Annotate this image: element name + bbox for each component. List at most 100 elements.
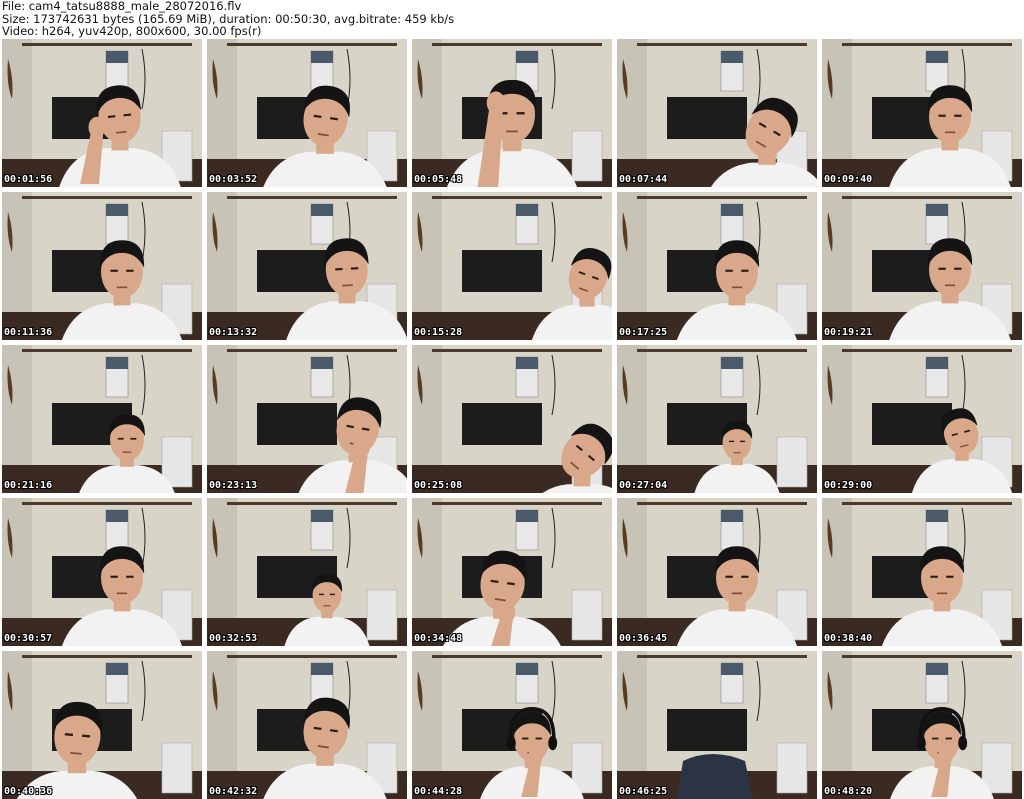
thumbnail-frame: 00:11:36 bbox=[2, 192, 202, 340]
mouth bbox=[944, 131, 956, 134]
frame-timestamp: 00:34:48 bbox=[414, 633, 463, 644]
thumbnail-frame: 00:29:00 bbox=[822, 345, 1022, 493]
calendar-picture bbox=[106, 510, 128, 522]
air-purifier bbox=[776, 436, 808, 488]
frame-timestamp: 00:25:08 bbox=[414, 480, 463, 491]
wall-shelf bbox=[637, 349, 807, 352]
frame-timestamp: 00:07:44 bbox=[619, 174, 668, 185]
eye bbox=[932, 737, 939, 740]
wall-shelf bbox=[842, 655, 1012, 658]
wall-shelf bbox=[22, 196, 192, 199]
webcam-frame-image bbox=[617, 345, 817, 493]
calendar-picture bbox=[721, 510, 743, 522]
eye bbox=[938, 267, 946, 270]
mouth bbox=[506, 130, 518, 133]
thumbnail-grid: 00:01:56 00:03:52 00:05:48 00:07:44 00:09:40… bbox=[2, 39, 1022, 799]
frame-timestamp: 00:44:28 bbox=[414, 786, 463, 797]
television bbox=[667, 97, 747, 139]
mouth bbox=[122, 451, 132, 453]
calendar-picture bbox=[311, 663, 333, 675]
eye bbox=[335, 267, 343, 271]
webcam-frame-image bbox=[2, 651, 202, 799]
eye bbox=[946, 575, 954, 578]
thumbnail-frame: 00:17:25 bbox=[617, 192, 817, 340]
thumbnail-frame: 00:25:08 bbox=[412, 345, 612, 493]
webcam-frame-image bbox=[617, 651, 817, 799]
calendar-picture bbox=[516, 51, 538, 63]
thumbnail-frame: 00:07:44 bbox=[617, 39, 817, 187]
eye bbox=[741, 575, 749, 578]
calendar-picture bbox=[721, 51, 743, 63]
wall-shelf bbox=[432, 655, 602, 658]
calendar-picture bbox=[311, 510, 333, 522]
television bbox=[872, 403, 952, 445]
eye bbox=[739, 440, 745, 443]
television bbox=[667, 709, 747, 751]
frame-timestamp: 00:11:36 bbox=[4, 327, 53, 338]
wall-shelf bbox=[432, 349, 602, 352]
wall-shelf bbox=[432, 43, 602, 46]
calendar-picture bbox=[106, 204, 128, 216]
eye bbox=[954, 267, 962, 270]
calendar-picture bbox=[516, 663, 538, 675]
webcam-frame-image bbox=[822, 192, 1022, 340]
frame-timestamp: 00:23:13 bbox=[209, 480, 258, 491]
webcam-frame-image bbox=[412, 39, 612, 187]
calendar-picture bbox=[106, 357, 128, 369]
frame-timestamp: 00:42:32 bbox=[209, 786, 258, 797]
frame-timestamp: 00:27:04 bbox=[619, 480, 668, 491]
wall-shelf bbox=[432, 502, 602, 505]
video-info-line: Video: h264, yuv420p, 800x600, 30.00 fps… bbox=[2, 24, 262, 38]
thumbnail-frame: 00:34:48 bbox=[412, 498, 612, 646]
thumbnail-frame: 00:40:36 bbox=[2, 651, 202, 799]
mouth bbox=[944, 284, 956, 287]
eye bbox=[954, 114, 962, 117]
frame-timestamp: 00:38:40 bbox=[824, 633, 873, 644]
thumbnail-frame: 00:32:53 bbox=[207, 498, 407, 646]
headphone-cup bbox=[506, 735, 516, 751]
wall-shelf bbox=[842, 196, 1012, 199]
frame-timestamp: 00:40:36 bbox=[4, 786, 53, 797]
eye bbox=[110, 269, 118, 272]
television bbox=[257, 403, 337, 445]
frame-timestamp: 00:01:56 bbox=[4, 174, 53, 185]
wall-shelf bbox=[842, 502, 1012, 505]
frame-timestamp: 00:46:25 bbox=[619, 786, 668, 797]
frame-timestamp: 00:03:52 bbox=[209, 174, 258, 185]
eye bbox=[350, 267, 359, 270]
calendar-picture bbox=[106, 51, 128, 63]
thumbnail-frame: 00:38:40 bbox=[822, 498, 1022, 646]
webcam-frame-image bbox=[2, 345, 202, 493]
calendar-picture bbox=[926, 51, 948, 63]
webcam-frame-image bbox=[2, 498, 202, 646]
calendar-picture bbox=[926, 204, 948, 216]
webcam-frame-image bbox=[617, 498, 817, 646]
frame-timestamp: 00:09:40 bbox=[824, 174, 873, 185]
wall-shelf bbox=[842, 43, 1012, 46]
wall-shelf bbox=[227, 655, 397, 658]
wall-shelf bbox=[227, 196, 397, 199]
calendar-picture bbox=[721, 663, 743, 675]
webcam-frame-image bbox=[207, 192, 407, 340]
frame-timestamp: 00:32:53 bbox=[209, 633, 258, 644]
thumbnail-frame: 00:01:56 bbox=[2, 39, 202, 187]
eye bbox=[110, 575, 118, 578]
eye bbox=[126, 269, 134, 272]
calendar-picture bbox=[311, 51, 333, 63]
thumbnail-frame: 00:30:57 bbox=[2, 498, 202, 646]
webcam-frame-image bbox=[617, 39, 817, 187]
mouth bbox=[731, 592, 743, 595]
frame-timestamp: 00:29:00 bbox=[824, 480, 873, 491]
thumbnail-frame: 00:09:40 bbox=[822, 39, 1022, 187]
wall-shelf bbox=[227, 502, 397, 505]
webcam-frame-image bbox=[207, 651, 407, 799]
webcam-frame-image bbox=[207, 498, 407, 646]
thumbnail-frame: 00:36:45 bbox=[617, 498, 817, 646]
television bbox=[462, 403, 542, 445]
eye bbox=[522, 737, 529, 740]
frame-timestamp: 00:15:28 bbox=[414, 327, 463, 338]
wall-shelf bbox=[842, 349, 1012, 352]
thumbnail-frame: 00:42:32 bbox=[207, 651, 407, 799]
thumbnail-frame: 00:15:28 bbox=[412, 192, 612, 340]
calendar-picture bbox=[311, 357, 333, 369]
